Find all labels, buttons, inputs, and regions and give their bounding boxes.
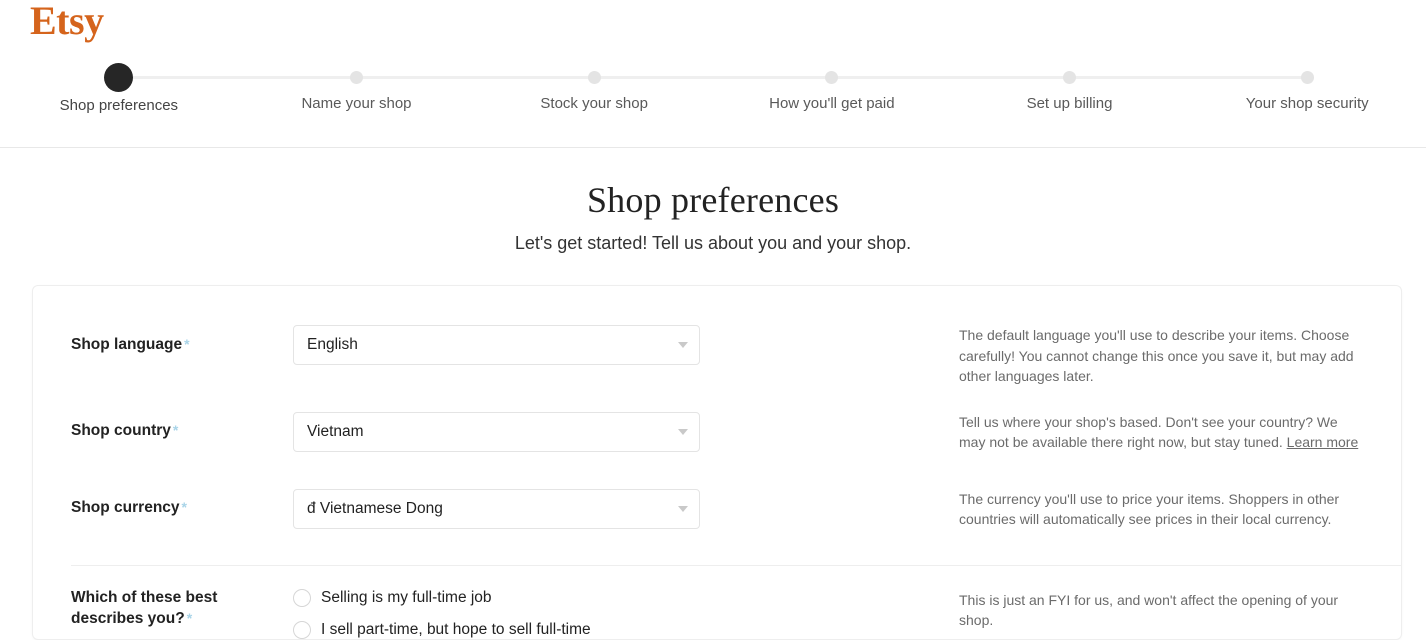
shop-language-select[interactable]: English	[293, 325, 700, 365]
stepper-step-stock-your-shop[interactable]: Stock your shop	[475, 62, 713, 115]
radio-circle-icon	[293, 620, 311, 639]
radio-label: Selling is my full-time job	[321, 588, 492, 606]
step-label: Stock your shop	[540, 95, 648, 112]
field-group-seller-type: Which of these best describes you? * Sell…	[33, 588, 959, 639]
label-shop-currency: Shop currency *	[71, 498, 293, 519]
page-subtitle: Let's get started! Tell us about you and…	[514, 232, 912, 253]
step-dot-icon	[350, 71, 363, 84]
help-text-shop-country: Tell us where your shop's based. Don't s…	[959, 400, 1401, 453]
stepper-step-name-your-shop[interactable]: Name your shop	[238, 62, 476, 115]
field-group-shop-country: Shop country * Vietnam	[33, 400, 959, 464]
stepper-steps: Shop preferences Name your shop Stock yo…	[0, 62, 1426, 115]
step-dot-icon	[1063, 71, 1077, 84]
help-text-seller-type: This is just an FYI for us, and won't af…	[959, 591, 1339, 629]
label-shop-language: Shop language *	[71, 335, 293, 356]
radio-option-part-time[interactable]: I sell part-time, but hope to sell full-…	[293, 620, 591, 639]
radio-option-full-time[interactable]: Selling is my full-time job	[293, 588, 591, 607]
onboarding-stepper: Shop preferences Name your shop Stock yo…	[0, 62, 1426, 122]
step-dot-icon	[587, 71, 601, 84]
chevron-down-icon	[678, 505, 688, 512]
required-marker: *	[172, 422, 179, 439]
label-text: Which of these best describes you?	[71, 588, 218, 627]
form-row-shop-currency: Shop currency * đ Vietnamese Dong The cur…	[33, 464, 1401, 541]
radio-label: I sell part-time, but hope to sell full-…	[321, 620, 591, 638]
shop-language-value: English	[307, 336, 358, 353]
shop-country-value: Vietnam	[307, 422, 364, 440]
label-text: Shop language	[71, 335, 183, 353]
label-text: Shop currency	[71, 499, 180, 517]
chevron-down-icon	[678, 428, 688, 435]
help-text-body: Tell us where your shop's based. Don't s…	[959, 413, 1338, 451]
seller-type-radio-group: Selling is my full-time job I sell part-…	[293, 588, 591, 639]
step-label: Your shop security	[1245, 95, 1369, 112]
required-marker: *	[184, 335, 190, 352]
shop-preferences-card: Shop language * English The default langu…	[32, 285, 1402, 640]
help-text-shop-language: The default language you'll use to descr…	[959, 327, 1354, 385]
radio-circle-icon	[293, 588, 311, 607]
label-seller-type: Which of these best describes you? *	[71, 588, 293, 630]
field-group-shop-language: Shop language * English	[33, 313, 959, 377]
stepper-step-shop-preferences[interactable]: Shop preferences	[0, 62, 238, 115]
form-row-seller-type: Which of these best describes you? * Sell…	[33, 566, 1401, 639]
step-dot-icon	[825, 71, 839, 84]
field-group-shop-currency: Shop currency * đ Vietnamese Dong	[33, 477, 959, 541]
stepper-step-set-up-billing[interactable]: Set up billing	[951, 62, 1189, 115]
shop-country-select[interactable]: Vietnam	[293, 411, 700, 452]
help-text-shop-currency: The currency you'll use to price your it…	[959, 490, 1340, 528]
page-header: Shop preferences Let's get started! Tell…	[0, 148, 1426, 256]
learn-more-link[interactable]: Learn more	[1287, 434, 1359, 450]
site-header: Etsy Shop preferences Name your shop Sto…	[0, 0, 1426, 148]
step-label: Shop preferences	[59, 97, 179, 114]
required-marker: *	[186, 609, 193, 626]
stepper-step-your-shop-security[interactable]: Your shop security	[1188, 62, 1426, 115]
shop-currency-select[interactable]: đ Vietnamese Dong	[293, 488, 700, 529]
step-dot-icon	[1300, 71, 1314, 84]
step-dot-icon	[104, 63, 134, 92]
required-marker: *	[181, 499, 187, 516]
label-text: Shop country	[71, 422, 171, 440]
etsy-logo[interactable]: Etsy	[30, 1, 104, 41]
step-label: How you'll get paid	[769, 95, 895, 112]
step-label: Set up billing	[1026, 95, 1113, 112]
chevron-down-icon	[678, 342, 688, 348]
step-label: Name your shop	[301, 95, 412, 112]
shop-currency-value: đ Vietnamese Dong	[307, 499, 443, 517]
stepper-step-how-youll-get-paid[interactable]: How you'll get paid	[713, 62, 951, 115]
form-row-shop-country: Shop country * Vietnam Tell us where your…	[33, 387, 1401, 464]
label-shop-country: Shop country *	[71, 421, 293, 442]
page-title: Shop preferences	[586, 180, 840, 220]
form-row-shop-language: Shop language * English The default langu…	[33, 286, 1401, 387]
